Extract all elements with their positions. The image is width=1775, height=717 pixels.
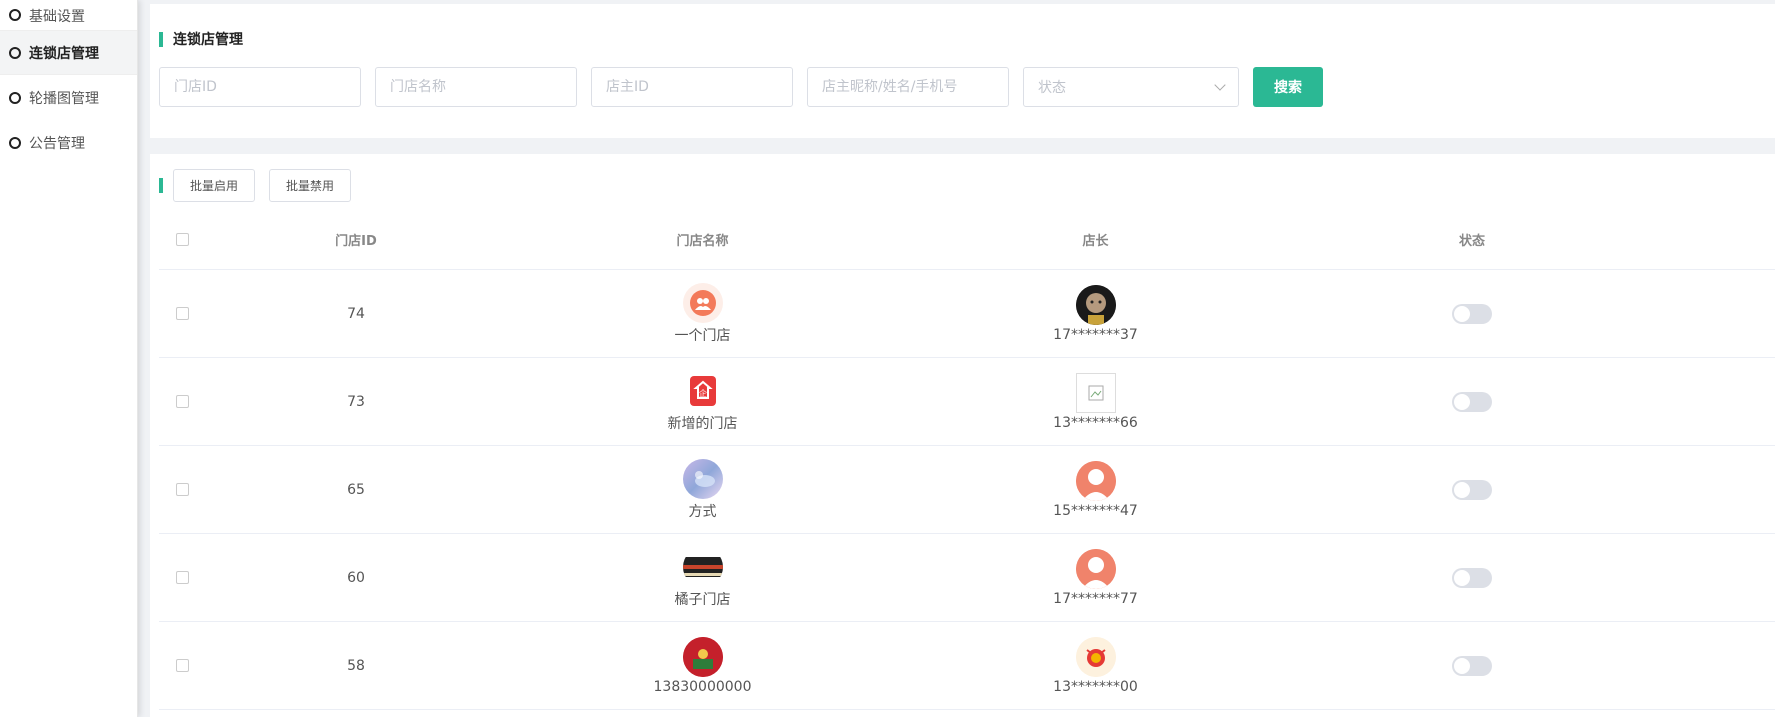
sidebar-item-label: 公告管理	[29, 135, 85, 152]
search-button[interactable]: 搜索	[1253, 67, 1323, 107]
sidebar: 基础设置 连锁店管理 轮播图管理 公告管理	[0, 0, 138, 717]
row-checkbox[interactable]	[176, 659, 189, 672]
owner-id-input[interactable]	[591, 67, 793, 107]
owner-avatar	[1075, 548, 1116, 589]
row-checkbox[interactable]	[176, 571, 189, 584]
filter-bar: 状态 搜索	[159, 67, 1323, 107]
page-title-text: 连锁店管理	[173, 32, 243, 48]
owner-phone: 13*******00	[1053, 678, 1138, 695]
chevron-down-icon	[1214, 79, 1226, 91]
status-toggle[interactable]	[1452, 303, 1492, 324]
store-logo	[682, 282, 723, 323]
accent-bar	[159, 178, 163, 193]
owner-info-input[interactable]	[807, 67, 1009, 107]
row-checkbox[interactable]	[176, 307, 189, 320]
row-checkbox[interactable]	[176, 395, 189, 408]
circle-icon	[9, 9, 21, 21]
sidebar-item-label: 基础设置	[29, 9, 85, 25]
header-store-id: 门店ID	[335, 234, 377, 249]
store-id: 73	[347, 393, 365, 410]
status-toggle[interactable]	[1452, 567, 1492, 588]
table-row: 65 方式 15*******47	[159, 446, 1775, 534]
store-logo	[682, 546, 723, 587]
store-logo: 企	[682, 370, 723, 411]
store-name: 方式	[688, 503, 717, 520]
svg-text:企: 企	[699, 388, 707, 398]
select-all-checkbox[interactable]	[176, 233, 189, 246]
sidebar-item-chain-stores[interactable]: 连锁店管理	[0, 30, 137, 75]
owner-phone: 17*******77	[1053, 590, 1138, 607]
status-toggle[interactable]	[1452, 479, 1492, 500]
row-checkbox[interactable]	[176, 483, 189, 496]
sidebar-item-basic-settings[interactable]: 基础设置	[0, 0, 137, 30]
status-select[interactable]: 状态	[1023, 67, 1239, 107]
store-id: 74	[347, 305, 365, 322]
status-toggle[interactable]	[1452, 391, 1492, 412]
sidebar-item-label: 轮播图管理	[29, 90, 99, 107]
table-header: 门店ID 门店名称 店长 状态	[159, 210, 1775, 270]
store-id: 58	[347, 657, 365, 674]
status-toggle[interactable]	[1452, 655, 1492, 676]
owner-avatar	[1075, 284, 1116, 325]
store-id-input[interactable]	[159, 67, 361, 107]
sidebar-item-label: 连锁店管理	[29, 45, 99, 62]
owner-avatar	[1075, 636, 1116, 677]
header-store-name: 门店名称	[676, 234, 729, 249]
store-id: 65	[347, 481, 365, 498]
batch-disable-button[interactable]: 批量禁用	[269, 169, 352, 202]
owner-phone: 13*******66	[1053, 414, 1138, 431]
store-name: 一个门店	[674, 327, 731, 344]
circle-icon	[9, 91, 21, 104]
table-row: 58 13830000000 13*******00	[159, 622, 1775, 710]
store-name: 橘子门店	[674, 591, 731, 608]
store-name: 13830000000	[653, 678, 752, 695]
sidebar-item-announcements[interactable]: 公告管理	[0, 120, 137, 165]
batch-actions: 批量启用 批量禁用	[159, 169, 365, 202]
owner-avatar	[1075, 460, 1116, 501]
store-name-input[interactable]	[375, 67, 577, 107]
table-row: 73 企 新增的门店 13*******66	[159, 358, 1775, 446]
owner-phone: 17*******37	[1053, 326, 1138, 343]
broken-image-icon	[1075, 372, 1116, 413]
circle-icon	[9, 136, 21, 149]
table-row: 74 一个门店 17*******37	[159, 270, 1775, 358]
store-logo	[682, 636, 723, 677]
header-status: 状态	[1458, 234, 1485, 249]
stores-table: 门店ID 门店名称 店长 状态 74 一个门店 17*******37 73 企…	[159, 210, 1775, 710]
batch-enable-button[interactable]: 批量启用	[173, 169, 256, 202]
store-id: 60	[347, 569, 365, 586]
circle-icon	[9, 46, 21, 59]
table-card: 批量启用 批量禁用 门店ID 门店名称 店长 状态 74 一个门店 17****…	[150, 154, 1775, 717]
accent-bar	[159, 31, 163, 47]
owner-phone: 15*******47	[1053, 502, 1138, 519]
status-select-placeholder: 状态	[1038, 80, 1066, 96]
header-owner: 店长	[1082, 234, 1109, 249]
store-name: 新增的门店	[667, 415, 738, 432]
filter-card: 连锁店管理 状态 搜索	[150, 4, 1775, 138]
page-title: 连锁店管理	[159, 29, 243, 49]
store-logo	[682, 458, 723, 499]
sidebar-item-carousel[interactable]: 轮播图管理	[0, 75, 137, 120]
table-row: 60 橘子门店 17*******77	[159, 534, 1775, 622]
